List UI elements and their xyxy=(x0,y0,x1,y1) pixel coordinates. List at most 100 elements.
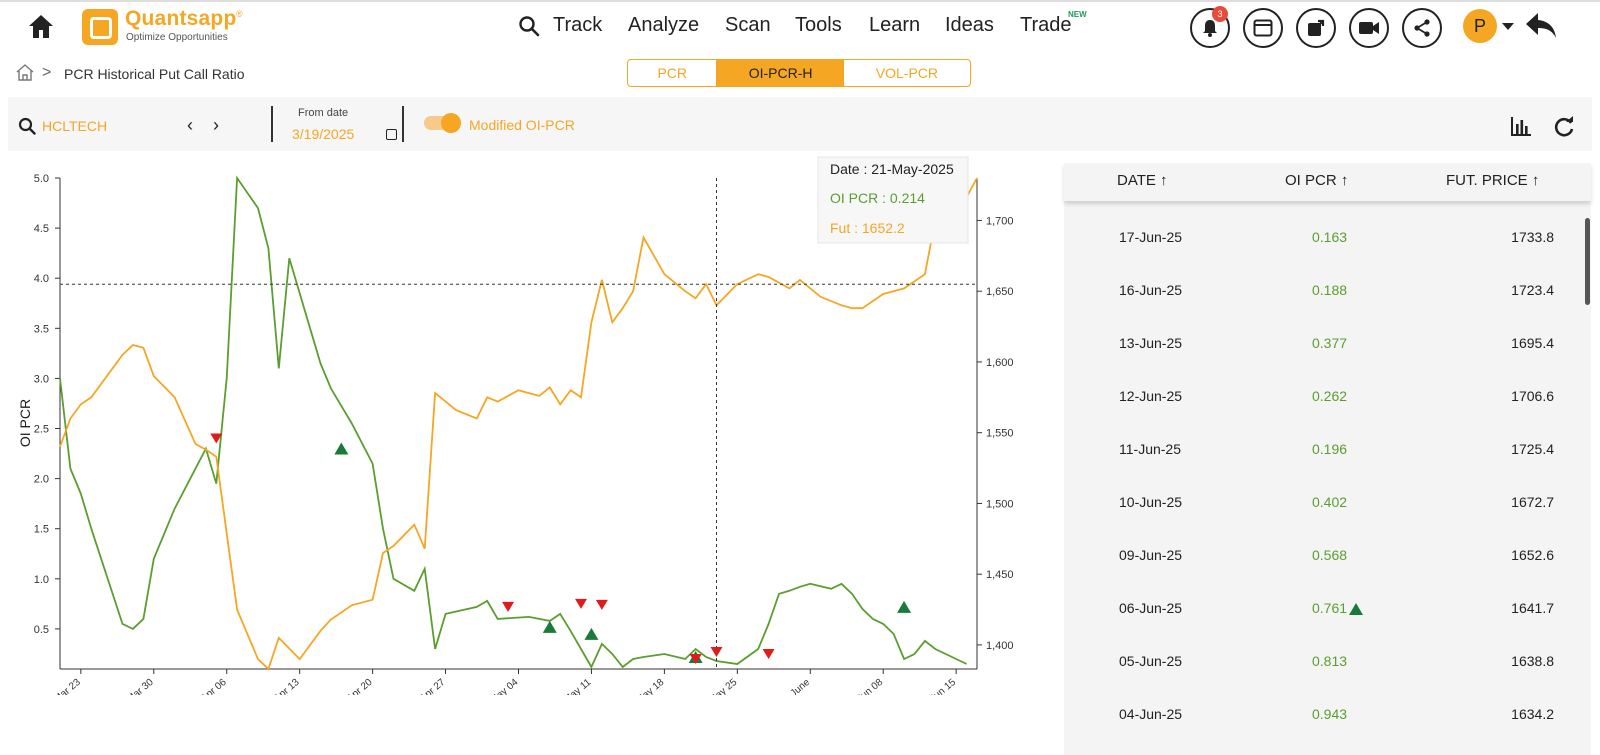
row-oi-pcr: 0.377 xyxy=(1312,335,1348,351)
back-arrow-icon[interactable] xyxy=(1524,10,1558,42)
sell-signal-marker xyxy=(502,601,515,612)
table-row[interactable]: 17-Jun-25 0.163 1733.8 xyxy=(1064,212,1591,262)
row-oi-pcr: 0.813 xyxy=(1312,653,1348,669)
chevron-down-icon[interactable] xyxy=(1502,23,1514,30)
popout-icon xyxy=(1308,19,1325,36)
next-symbol-button[interactable]: › xyxy=(213,115,219,136)
video-button[interactable] xyxy=(1349,8,1389,48)
row-fut-price: 1638.8 xyxy=(1511,653,1554,669)
fut-price-line xyxy=(59,177,978,671)
oi-pcr-chart[interactable]: 5.0 4.5 4.0 3.5 3.0 2.5 2.0 1.5 1.0 0.5 1,700 1,650… xyxy=(0,155,1040,695)
notification-count-badge: 3 xyxy=(1212,6,1228,22)
breadcrumb-home-icon[interactable] xyxy=(15,63,35,81)
left-tick-label: 1.5 xyxy=(34,524,49,536)
symbol-input[interactable]: HCLTECH xyxy=(42,118,107,134)
row-date: 13-Jun-25 xyxy=(1119,335,1183,351)
toolbar-divider xyxy=(271,106,273,142)
toggle-knob[interactable] xyxy=(441,113,461,133)
buy-signal-marker xyxy=(542,620,557,633)
table-row[interactable]: 11-Jun-25 0.196 1725.4 xyxy=(1064,424,1591,474)
window-icon xyxy=(1253,19,1273,37)
page-title: PCR Historical Put Call Ratio xyxy=(64,66,245,82)
row-date: 10-Jun-25 xyxy=(1119,494,1183,510)
nav-scan[interactable]: Scan xyxy=(725,14,771,37)
logo-mark[interactable] xyxy=(82,9,118,45)
breadcrumb-separator: > xyxy=(42,64,52,81)
modified-oi-pcr-label: Modified OI-PCR xyxy=(469,117,575,133)
symbol-search-icon[interactable] xyxy=(18,117,36,135)
table-row[interactable]: 12-Jun-25 0.262 1706.6 xyxy=(1064,371,1591,421)
row-date: 06-Jun-25 xyxy=(1119,600,1183,616)
table-row[interactable]: 16-Jun-25 0.188 1723.4 xyxy=(1064,265,1591,315)
table-row[interactable]: 06-Jun-25 0.761 1641.7 xyxy=(1064,583,1591,633)
row-oi-pcr: 0.262 xyxy=(1312,388,1348,404)
column-header-oi-pcr[interactable]: OI PCR ↑ xyxy=(1285,172,1348,189)
nav-track[interactable]: Track xyxy=(553,14,602,37)
logo-title[interactable]: Quantsapp xyxy=(125,7,236,31)
x-tick-label: May 25 xyxy=(707,677,740,695)
row-date: 05-Jun-25 xyxy=(1119,653,1183,669)
left-tick-label: 2.0 xyxy=(34,474,49,486)
row-fut-price: 1695.4 xyxy=(1511,335,1554,351)
left-tick-label: 1.0 xyxy=(34,574,49,586)
left-tick-label: 4.0 xyxy=(34,273,49,285)
nav-trade[interactable]: Trade xyxy=(1020,14,1072,37)
x-tick-label: Apr 06 xyxy=(199,677,229,695)
column-header-fut-price[interactable]: FUT. PRICE ↑ xyxy=(1446,172,1539,189)
column-header-date[interactable]: DATE ↑ xyxy=(1117,172,1168,189)
nav-learn[interactable]: Learn xyxy=(869,14,920,37)
new-badge: NEW xyxy=(1068,10,1087,19)
y-axis-label: OI PCR xyxy=(17,399,33,447)
left-tick-label: 3.5 xyxy=(34,323,49,335)
buy-signal-marker xyxy=(584,627,599,640)
user-avatar[interactable]: P xyxy=(1463,9,1497,43)
row-fut-price: 1641.7 xyxy=(1511,600,1554,616)
calendar-icon[interactable] xyxy=(386,129,397,140)
tab-oi-pcr-h[interactable]: OI-PCR-H xyxy=(717,60,844,86)
logo-registered: ® xyxy=(236,9,243,19)
share-button[interactable] xyxy=(1402,8,1442,48)
row-oi-pcr: 0.568 xyxy=(1312,547,1348,563)
previous-symbol-button[interactable]: ‹ xyxy=(187,115,193,136)
row-oi-pcr: 0.402 xyxy=(1312,494,1348,510)
x-tick-label: Jun 15 xyxy=(928,677,958,695)
from-date-input[interactable]: 3/19/2025 xyxy=(292,126,354,142)
right-tick-label: 1,500 xyxy=(986,498,1014,510)
nav-tools[interactable]: Tools xyxy=(795,14,842,37)
table-row[interactable]: 05-Jun-25 0.813 1638.8 xyxy=(1064,636,1591,686)
left-tick-label: 0.5 xyxy=(34,624,49,636)
row-fut-price: 1706.6 xyxy=(1511,388,1554,404)
bar-chart-icon[interactable] xyxy=(1510,115,1532,137)
row-oi-pcr: 0.188 xyxy=(1312,282,1348,298)
left-tick-label: 2.5 xyxy=(34,424,49,436)
row-fut-price: 1634.2 xyxy=(1511,706,1554,722)
left-tick-label: 3.0 xyxy=(34,373,49,385)
x-tick-label: Apr 27 xyxy=(418,677,448,695)
right-tick-label: 1,600 xyxy=(986,357,1014,369)
popout-button[interactable] xyxy=(1296,8,1336,48)
row-oi-pcr: 0.761 xyxy=(1312,600,1348,616)
home-icon[interactable] xyxy=(26,12,56,40)
row-date: 04-Jun-25 xyxy=(1119,706,1183,722)
row-fut-price: 1672.7 xyxy=(1511,494,1554,510)
x-tick-label: Mar 23 xyxy=(52,677,83,695)
top-navigation-bar: Quantsapp ® Optimize Opportunities Track… xyxy=(0,0,1600,50)
refresh-icon[interactable] xyxy=(1553,116,1575,138)
table-row[interactable]: 10-Jun-25 0.402 1672.7 xyxy=(1064,477,1591,527)
table-scrollbar[interactable] xyxy=(1585,218,1590,305)
tooltip-oi-pcr: OI PCR : 0.214 xyxy=(830,190,925,206)
search-icon[interactable] xyxy=(518,15,540,37)
nav-ideas[interactable]: Ideas xyxy=(945,14,994,37)
share-icon xyxy=(1414,19,1430,37)
table-row[interactable]: 13-Jun-25 0.377 1695.4 xyxy=(1064,318,1591,368)
oi-pcr-line xyxy=(59,175,967,669)
x-tick-label: Apr 20 xyxy=(345,677,375,695)
right-tick-label: 1,400 xyxy=(986,640,1014,652)
window-button[interactable] xyxy=(1243,8,1283,48)
tab-pcr[interactable]: PCR xyxy=(628,60,718,86)
tab-vol-pcr[interactable]: VOL-PCR xyxy=(844,60,970,86)
nav-analyze[interactable]: Analyze xyxy=(628,14,699,37)
table-row[interactable]: 09-Jun-25 0.568 1652.6 xyxy=(1064,530,1591,580)
sell-signal-marker xyxy=(595,599,608,610)
table-row[interactable]: 04-Jun-25 0.943 1634.2 xyxy=(1064,689,1591,739)
